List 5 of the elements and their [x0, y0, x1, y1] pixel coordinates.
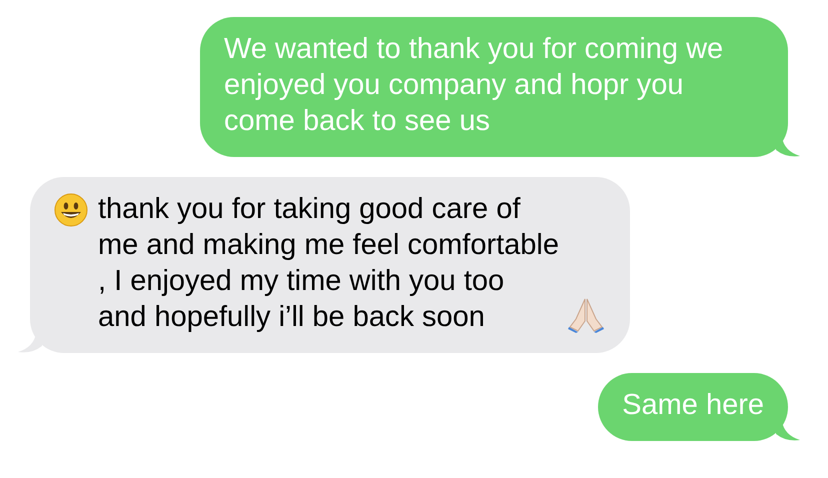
- message-text: thank you for taking good care of me and making me feel comfortable , I enjoyed my time with you too and hopefully i’ll be back soon: [98, 192, 560, 335]
- message-text: Same here: [622, 388, 764, 423]
- praying-hands-emoji-icon: [566, 297, 606, 333]
- smiley-emoji-icon: [54, 193, 88, 227]
- message-text: We wanted to thank you for coming we enjoyed you company and hopr you come back to see us: [224, 32, 724, 139]
